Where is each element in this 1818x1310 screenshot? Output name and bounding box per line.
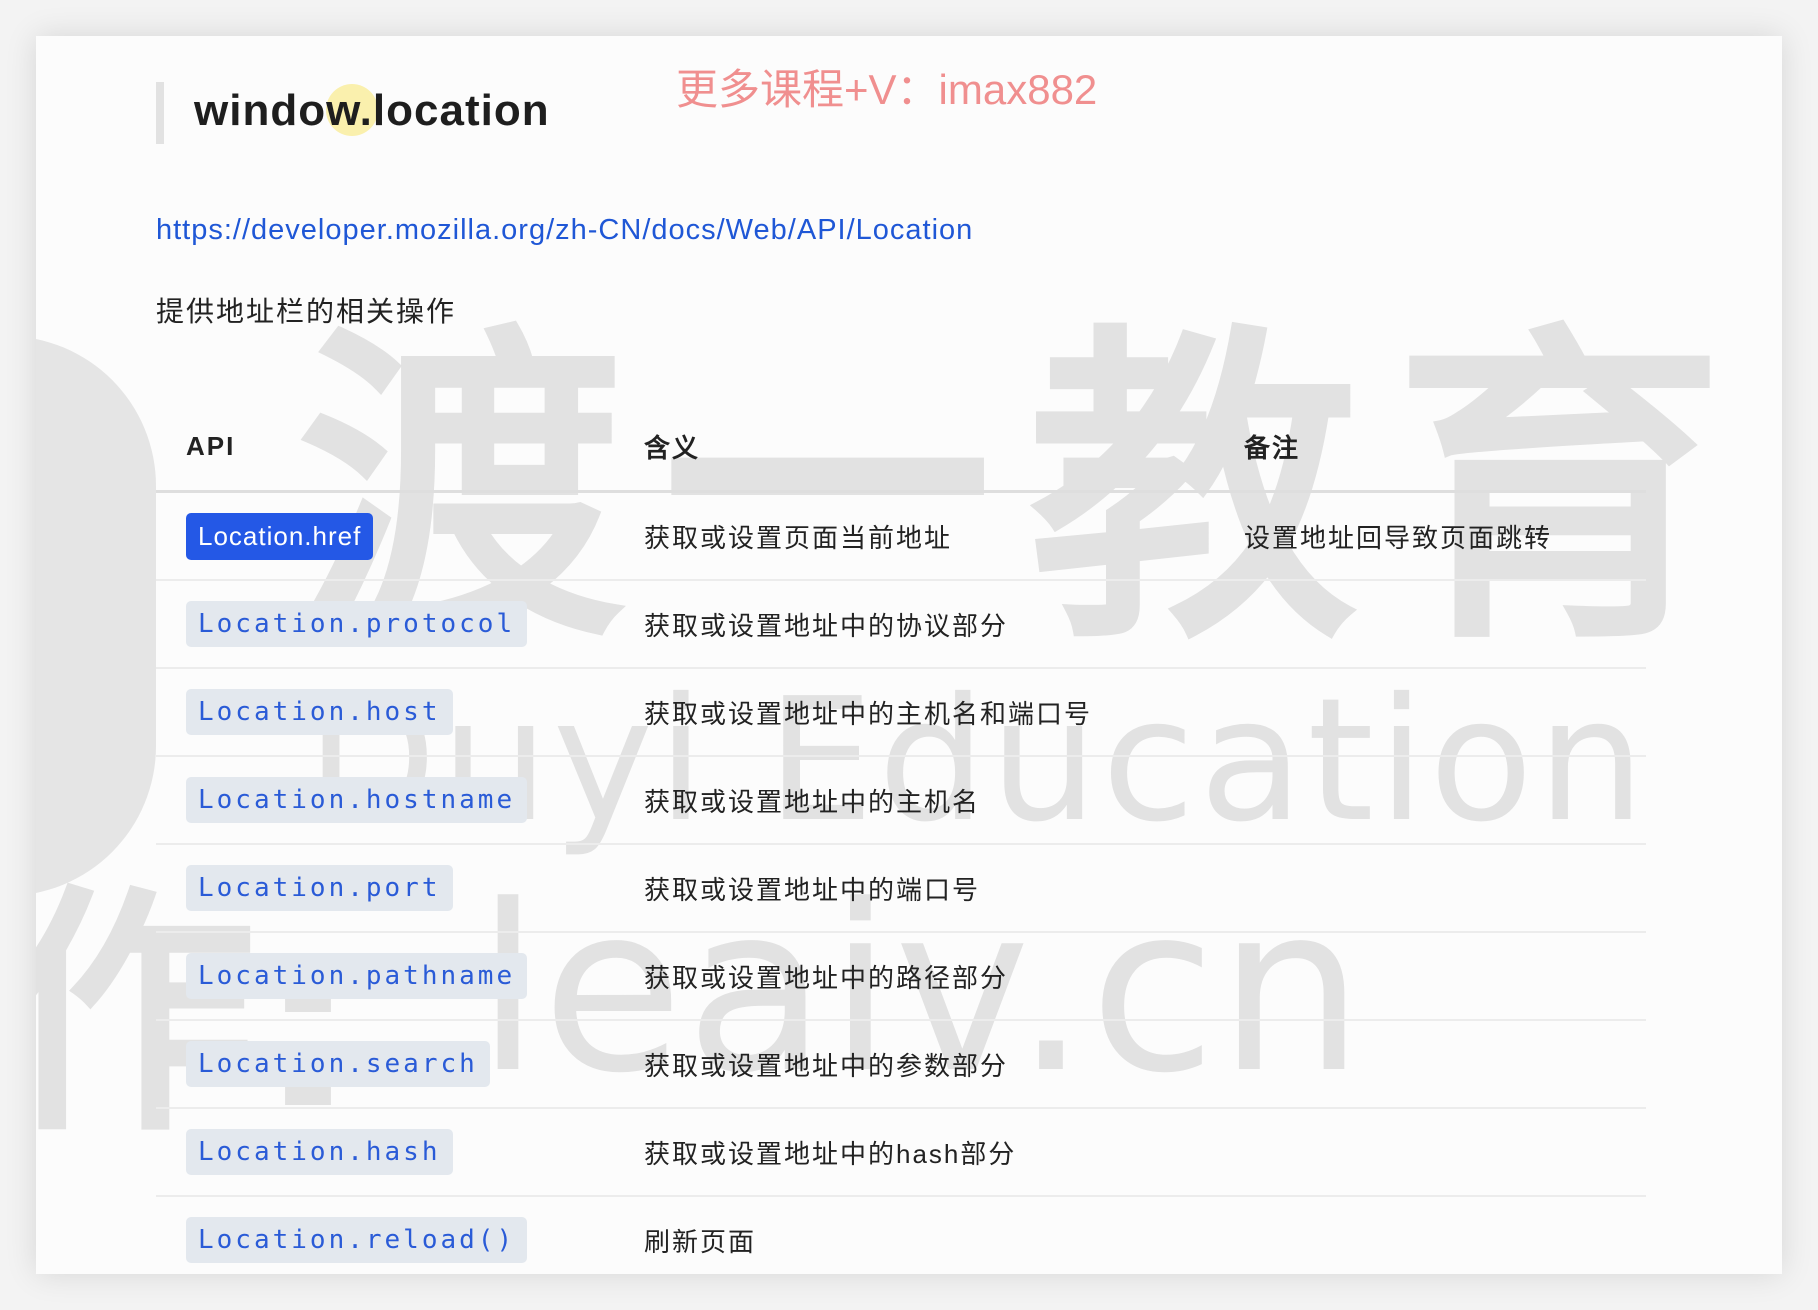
note-cell [1214, 1020, 1646, 1109]
api-cell: Location.protocol [156, 580, 614, 669]
meaning-cell: 获取或设置地址中的hash部分 [614, 1108, 1214, 1197]
meaning-cell: 获取或设置地址中的路径部分 [614, 932, 1214, 1021]
table-row: Location.host 获取或设置地址中的主机名和端口号 [156, 668, 1646, 757]
table-row: Location.href 获取或设置页面当前地址 设置地址回导致页面跳转 [156, 491, 1646, 581]
note-cell [1214, 844, 1646, 933]
meaning-cell: 获取或设置地址中的协议部分 [614, 580, 1214, 669]
note-cell: 设置地址回导致页面跳转 [1214, 491, 1646, 581]
note-cell [1214, 668, 1646, 757]
meaning-cell: 获取或设置页面当前地址 [614, 491, 1214, 581]
watermark-logo [36, 336, 156, 896]
document-page: 渡一教育 Duyi Education leaiv.cn 作: window.l… [36, 36, 1782, 1274]
promo-watermark: 更多课程+V：imax882 [676, 66, 1098, 113]
api-cell: Location.href [156, 491, 614, 581]
header-note: 备注 [1214, 402, 1646, 493]
table-row: Location.hash 获取或设置地址中的hash部分 [156, 1108, 1646, 1197]
table-row: Location.port 获取或设置地址中的端口号 [156, 844, 1646, 933]
api-code-search: Location.search [186, 1041, 490, 1087]
api-code-pathname: Location.pathname [186, 953, 528, 999]
table-header-row: API 含义 备注 [156, 402, 1646, 493]
mdn-location-link[interactable]: https://developer.mozilla.org/zh-CN/docs… [156, 214, 973, 247]
header-meaning: 含义 [614, 402, 1214, 493]
meaning-cell: 获取或设置地址中的端口号 [614, 844, 1214, 933]
header-api: API [156, 402, 614, 493]
table-row: Location.hostname 获取或设置地址中的主机名 [156, 756, 1646, 845]
api-code-hash: Location.hash [186, 1129, 453, 1175]
api-cell: Location.port [156, 844, 614, 933]
note-cell [1214, 756, 1646, 845]
note-cell [1214, 1196, 1646, 1274]
api-code-href[interactable]: Location.href [186, 512, 374, 560]
note-cell [1214, 1108, 1646, 1197]
page-title: window.location [194, 86, 550, 135]
section-description: 提供地址栏的相关操作 [156, 296, 457, 327]
api-cell: Location.host [156, 668, 614, 757]
api-cell: Location.pathname [156, 932, 614, 1021]
api-cell: Location.search [156, 1020, 614, 1109]
api-cell: Location.hostname [156, 756, 614, 845]
table-row: Location.search 获取或设置地址中的参数部分 [156, 1020, 1646, 1109]
meaning-cell: 刷新页面 [644, 1226, 757, 1257]
meaning-cell: 获取或设置地址中的主机名 [614, 756, 1214, 845]
api-code-protocol: Location.protocol [186, 601, 528, 647]
api-code-reload: Location.reload() [186, 1217, 528, 1263]
meaning-cell: 获取或设置地址中的主机名和端口号 [614, 668, 1214, 757]
table-row: Location.reload() 刷新页面 [156, 1196, 1646, 1274]
api-cell: Location.hash [156, 1108, 614, 1197]
heading-accent-bar [156, 82, 164, 144]
api-code-host: Location.host [186, 689, 453, 735]
table-row: Location.pathname 获取或设置地址中的路径部分 [156, 932, 1646, 1021]
meaning-cell: 获取或设置地址中的参数部分 [614, 1020, 1214, 1109]
table-row: Location.protocol 获取或设置地址中的协议部分 [156, 580, 1646, 669]
location-api-table: API 含义 备注 Location.href 获取或设置页面当前地址 设置地址… [156, 402, 1646, 1274]
note-cell [1214, 580, 1646, 669]
api-code-hostname: Location.hostname [186, 777, 528, 823]
note-cell [1214, 932, 1646, 1021]
api-cell: Location.reload() [156, 1196, 614, 1274]
api-code-port: Location.port [186, 865, 453, 911]
